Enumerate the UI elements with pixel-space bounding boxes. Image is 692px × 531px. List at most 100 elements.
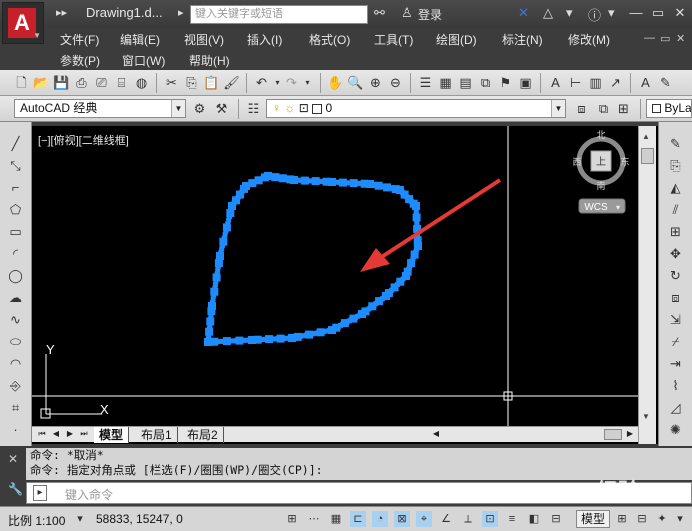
- chevron-right-icon[interactable]: ▸: [178, 6, 184, 19]
- zoom-previous-icon[interactable]: ⊖: [386, 73, 405, 92]
- dynamic-input-icon[interactable]: ⊡: [482, 511, 498, 527]
- paste-icon[interactable]: 📋: [202, 73, 221, 92]
- snap-mode-icon[interactable]: ⋯: [306, 511, 322, 527]
- edit-text-icon[interactable]: ✎: [656, 73, 675, 92]
- polygon-icon[interactable]: ⬠: [6, 200, 25, 219]
- move-icon[interactable]: ✥: [666, 244, 685, 263]
- color-control-select[interactable]: ByLa: [646, 99, 692, 118]
- annotation-scale[interactable]: 比例 1:100: [8, 512, 65, 529]
- rotate-icon[interactable]: ↻: [666, 266, 685, 285]
- minimize-button[interactable]: —: [624, 4, 648, 22]
- first-tab-icon[interactable]: ⏮: [36, 428, 48, 440]
- menu-format[interactable]: 格式(O): [309, 31, 350, 48]
- customize-icon[interactable]: ⚒: [212, 99, 231, 118]
- scale-icon[interactable]: ⧈: [666, 288, 685, 307]
- table-style-icon[interactable]: ▥: [586, 73, 605, 92]
- plot-icon[interactable]: ⎙: [72, 73, 91, 92]
- chevron-down-icon[interactable]: ▾: [72, 511, 88, 527]
- menu-parametric[interactable]: 参数(P): [60, 52, 100, 69]
- object-snap-tracking-icon[interactable]: ∠: [438, 511, 454, 527]
- text-icon[interactable]: A: [636, 73, 655, 92]
- coordinates-readout[interactable]: 58833, 15247, 0: [96, 512, 183, 526]
- stretch-icon[interactable]: ⇲: [666, 310, 685, 329]
- mdi-close-button[interactable]: ✕: [676, 32, 685, 45]
- make-block-icon[interactable]: ⌗: [6, 398, 25, 417]
- explode-icon[interactable]: ✺: [666, 420, 685, 439]
- drawing-canvas[interactable]: Y X: [32, 126, 638, 426]
- revision-cloud-icon[interactable]: ☁: [6, 288, 25, 307]
- point-icon[interactable]: ·: [6, 420, 25, 439]
- grid-display-icon[interactable]: ▦: [328, 511, 344, 527]
- object-snap-icon[interactable]: ⊠: [394, 511, 410, 527]
- horizontal-scroll-thumb[interactable]: [604, 429, 622, 440]
- 3d-osnap-icon[interactable]: ⌖: [416, 511, 432, 527]
- design-center-icon[interactable]: ▦: [436, 73, 455, 92]
- save-icon[interactable]: 💾: [52, 73, 71, 92]
- a360-icon[interactable]: △: [543, 5, 553, 21]
- quick-properties-icon[interactable]: ⊟: [548, 511, 564, 527]
- sheet-set-icon[interactable]: ⧉: [476, 73, 495, 92]
- help-icon[interactable]: ⓘ: [588, 5, 601, 24]
- quick-view-layouts-icon[interactable]: ⊞: [614, 511, 630, 527]
- chevron-down-icon[interactable]: ▾: [298, 73, 317, 92]
- scroll-up-icon[interactable]: ▲: [642, 132, 650, 141]
- chamfer-icon[interactable]: ◿: [666, 398, 685, 417]
- scroll-right-icon[interactable]: ▶: [624, 428, 636, 440]
- tab-layout2[interactable]: 布局2: [182, 427, 224, 443]
- layer-previous-icon[interactable]: ⧉: [594, 99, 613, 118]
- menu-file[interactable]: 文件(F): [60, 31, 99, 48]
- dimension-style-icon[interactable]: ⊢: [566, 73, 585, 92]
- menu-modify[interactable]: 修改(M): [568, 31, 610, 48]
- circle-icon[interactable]: ◯: [6, 266, 25, 285]
- ellipse-icon[interactable]: ⬭: [6, 332, 25, 351]
- markup-icon[interactable]: ⚑: [496, 73, 515, 92]
- menu-view[interactable]: 视图(V): [184, 31, 224, 48]
- workspace-select[interactable]: AutoCAD 经典 ▼: [14, 99, 186, 118]
- cut-icon[interactable]: ✂: [162, 73, 181, 92]
- tab-model[interactable]: 模型: [94, 427, 130, 443]
- menu-edit[interactable]: 编辑(E): [120, 31, 160, 48]
- ellipse-arc-icon[interactable]: ◠: [6, 354, 25, 373]
- polyline-icon[interactable]: ⌐: [6, 178, 25, 197]
- model-space-button[interactable]: 模型: [576, 510, 610, 528]
- scroll-thumb[interactable]: [641, 148, 654, 164]
- mdi-minimize-button[interactable]: —: [644, 32, 655, 44]
- extend-icon[interactable]: ⇥: [666, 354, 685, 373]
- insert-block-icon[interactable]: ⎆: [6, 376, 25, 395]
- vertical-scrollbar[interactable]: ▲ ▼: [638, 126, 656, 444]
- dynamic-ucs-icon[interactable]: ⟂: [460, 511, 476, 527]
- polar-tracking-icon[interactable]: ◔: [372, 511, 388, 527]
- workspace-settings-icon[interactable]: ⚙: [190, 99, 209, 118]
- close-icon[interactable]: ✕: [8, 452, 18, 466]
- calculator-icon[interactable]: ▣: [516, 73, 535, 92]
- exchange-icon[interactable]: ✕: [518, 5, 529, 21]
- scroll-left-icon[interactable]: ◀: [430, 428, 442, 440]
- lineweight-icon[interactable]: ≡: [504, 511, 520, 527]
- menu-window[interactable]: 窗口(W): [122, 52, 165, 69]
- application-menu-button[interactable]: A ▼: [2, 2, 44, 44]
- layer-properties-icon[interactable]: ☷: [244, 99, 263, 118]
- copy-icon[interactable]: ⎘: [182, 73, 201, 92]
- construction-line-icon[interactable]: ⤡: [6, 156, 25, 175]
- zoom-realtime-icon[interactable]: 🔍: [346, 73, 365, 92]
- open-file-icon[interactable]: 📂: [32, 73, 51, 92]
- copy-object-icon[interactable]: ⎘: [666, 156, 685, 175]
- tool-palettes-icon[interactable]: ▤: [456, 73, 475, 92]
- tab-layout1[interactable]: 布局1: [136, 427, 178, 443]
- quick-access-expand-icon[interactable]: ▸▸: [56, 6, 67, 19]
- trim-icon[interactable]: ⌿: [666, 332, 685, 351]
- layer-state-icon[interactable]: ⊞: [614, 99, 633, 118]
- offset-icon[interactable]: ⫽: [666, 200, 685, 219]
- publish-icon[interactable]: ⌸: [112, 73, 131, 92]
- scroll-down-icon[interactable]: ▼: [642, 412, 650, 421]
- dwf-icon[interactable]: ◍: [132, 73, 151, 92]
- last-tab-icon[interactable]: ⏭: [78, 428, 90, 440]
- pan-icon[interactable]: ✋: [326, 73, 345, 92]
- maximize-button[interactable]: ▭: [646, 4, 670, 22]
- array-icon[interactable]: ⊞: [666, 222, 685, 241]
- viewport-controls-label[interactable]: [−][俯视][二维线框]: [38, 132, 129, 148]
- arc-icon[interactable]: ◜: [6, 244, 25, 263]
- zoom-window-icon[interactable]: ⊕: [366, 73, 385, 92]
- break-icon[interactable]: ⌇: [666, 376, 685, 395]
- new-file-icon[interactable]: 🗋: [12, 73, 31, 92]
